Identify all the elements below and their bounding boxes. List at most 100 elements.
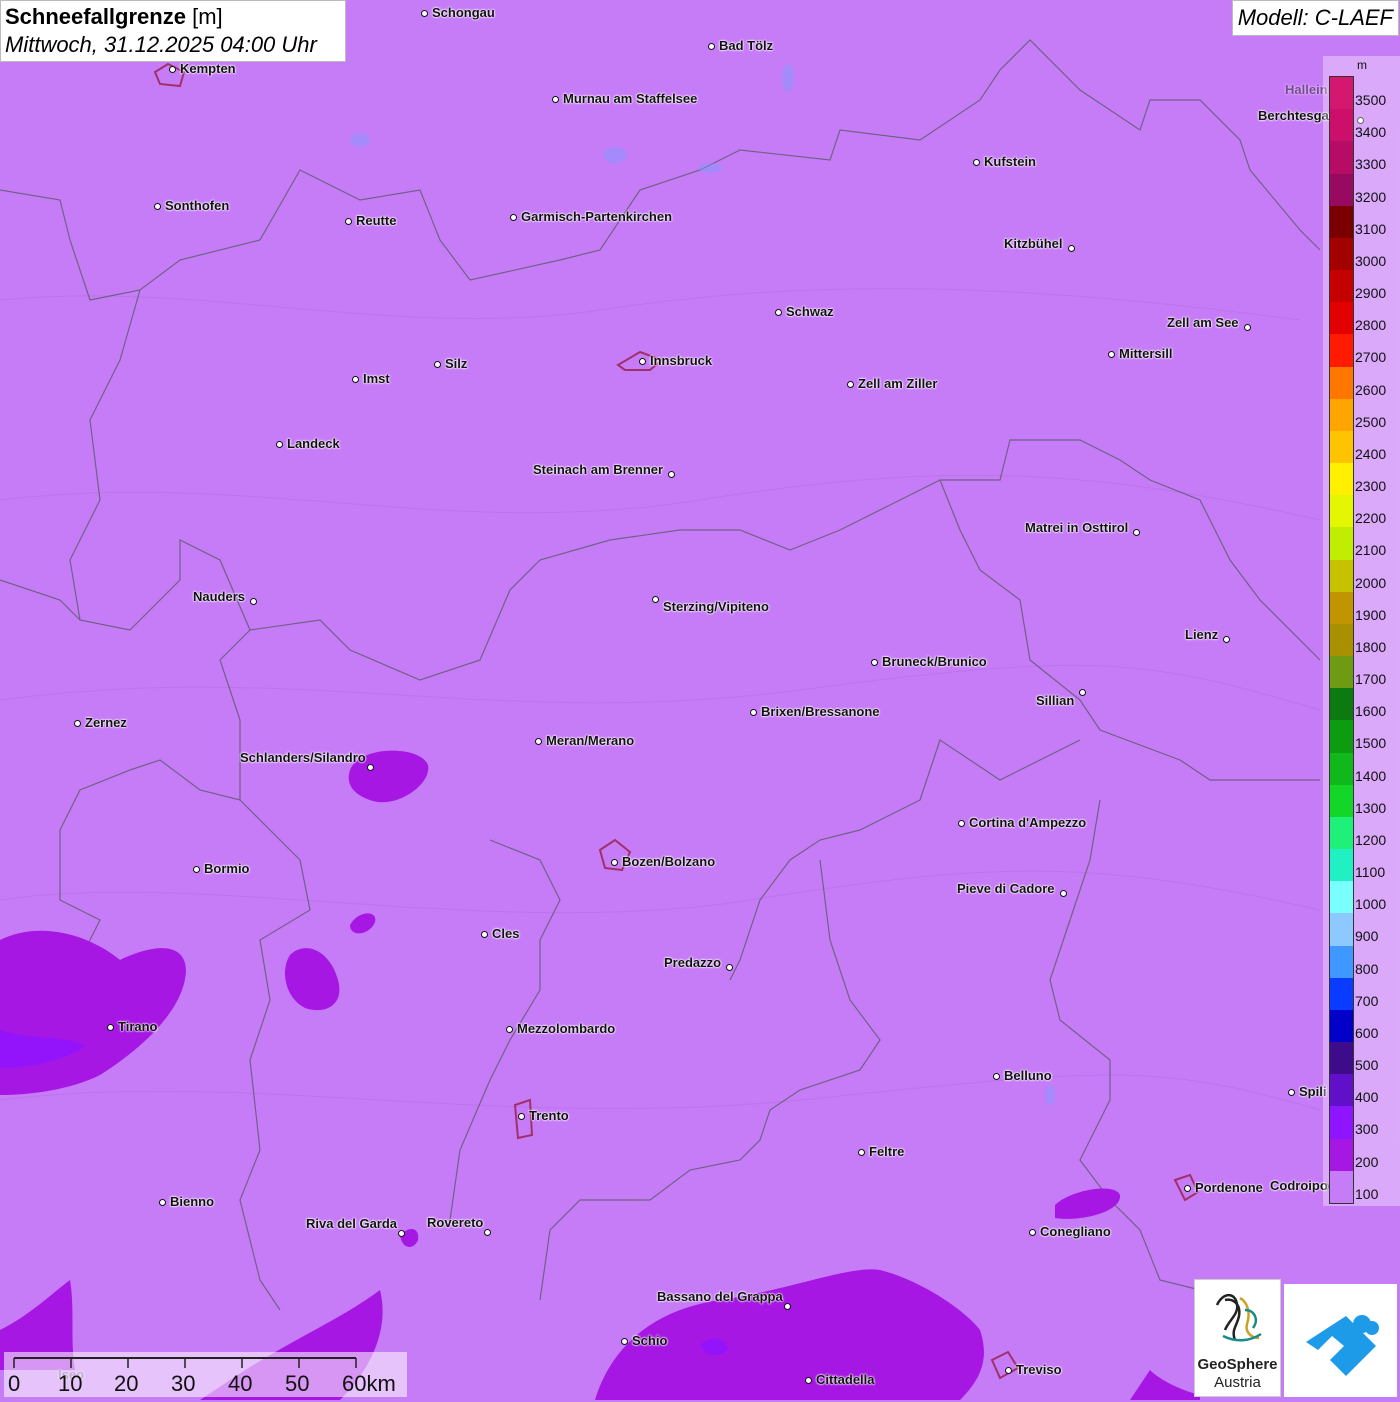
city-label[interactable]: Sterzing/Vipiteno xyxy=(663,599,769,614)
city-marker-dot xyxy=(480,930,488,938)
city-label[interactable]: Meran/Merano xyxy=(546,733,634,748)
legend-unit: m xyxy=(1357,58,1367,72)
city-label[interactable]: Kufstein xyxy=(984,154,1036,169)
city-label[interactable]: Innsbruck xyxy=(650,353,712,368)
city-label[interactable]: Kempten xyxy=(180,61,236,76)
city-label[interactable]: Pordenone xyxy=(1195,1180,1263,1195)
legend-tick-label: 200 xyxy=(1355,1153,1379,1170)
city-marker-dot xyxy=(972,158,980,166)
city-marker-dot xyxy=(749,708,757,716)
city-label[interactable]: Predazzo xyxy=(664,955,721,970)
legend-color-segment xyxy=(1330,1009,1353,1043)
city-label[interactable]: Sillian xyxy=(1036,693,1074,708)
city-label[interactable]: Steinach am Brenner xyxy=(533,462,663,477)
legend-tick-label: 900 xyxy=(1355,928,1379,945)
city-label[interactable]: Bienno xyxy=(170,1194,214,1209)
city-label[interactable]: Matrei in Osttirol xyxy=(1025,520,1128,535)
city-label[interactable]: Landeck xyxy=(287,436,340,451)
city-marker-dot xyxy=(1028,1228,1036,1236)
city-marker-dot xyxy=(344,217,352,225)
city-marker-dot xyxy=(517,1112,525,1120)
city-label[interactable]: Lienz xyxy=(1185,627,1218,642)
legend-tick-label: 600 xyxy=(1355,1024,1379,1041)
geosphere-logo[interactable]: GeoSphere Austria xyxy=(1194,1279,1281,1397)
city-label[interactable]: Pieve di Cadore xyxy=(957,881,1055,896)
legend-tick-label: 3500 xyxy=(1355,92,1387,108)
legend-color-segment xyxy=(1330,591,1353,625)
city-label[interactable]: Schio xyxy=(632,1333,667,1348)
city-marker-dot xyxy=(610,858,618,866)
city-label[interactable]: Bruneck/Brunico xyxy=(882,654,987,669)
legend-tick-label: 400 xyxy=(1355,1089,1379,1106)
city-label[interactable]: Mittersill xyxy=(1119,346,1172,361)
city-label[interactable]: Cittadella xyxy=(816,1372,875,1387)
scale-label: 50 xyxy=(285,1371,310,1396)
legend-color-segment xyxy=(1330,688,1353,721)
city-label[interactable]: Nauders xyxy=(193,589,245,604)
city-label[interactable]: Bassano del Grappa xyxy=(657,1289,783,1304)
city-marker-dot xyxy=(551,95,559,103)
city-label[interactable]: Cortina d'Ampezzo xyxy=(969,815,1086,830)
geosphere-logo-line2: Austria xyxy=(1214,1374,1261,1391)
city-label[interactable]: Mezzolombardo xyxy=(517,1021,615,1036)
city-label[interactable]: Riva del Garda xyxy=(306,1216,397,1231)
weather-app-logo[interactable] xyxy=(1284,1284,1397,1397)
city-label[interactable]: Silz xyxy=(445,356,467,371)
legend-color-segment xyxy=(1330,656,1353,689)
city-marker-dot xyxy=(1287,1088,1295,1096)
city-marker-dot xyxy=(351,375,359,383)
legend-tick-label: 3100 xyxy=(1355,220,1387,237)
city-label[interactable]: Schongau xyxy=(432,5,495,20)
city-label[interactable]: Rovereto xyxy=(427,1215,483,1230)
legend-color-segment xyxy=(1330,205,1353,239)
scale-label: 30 xyxy=(171,1371,196,1396)
city-marker-dot xyxy=(1243,323,1251,331)
city-label[interactable]: Reutte xyxy=(356,213,396,228)
city-label[interactable]: Tirano xyxy=(118,1019,158,1034)
city-marker-dot xyxy=(433,360,441,368)
city-marker-dot xyxy=(774,308,782,316)
city-label[interactable]: Bormio xyxy=(204,861,250,876)
city-label[interactable]: Kitzbühel xyxy=(1004,236,1063,251)
city-label[interactable]: Zernez xyxy=(85,715,127,730)
city-label[interactable]: Imst xyxy=(363,371,390,386)
legend-tick-label: 800 xyxy=(1355,960,1379,977)
city-label[interactable]: Brixen/Bressanone xyxy=(761,704,880,719)
city-label[interactable]: Trento xyxy=(529,1108,569,1123)
city-marker-dot xyxy=(1183,1184,1191,1192)
city-label[interactable]: Feltre xyxy=(869,1144,904,1159)
city-label[interactable]: Codroipo xyxy=(1270,1178,1328,1193)
city-label[interactable]: Conegliano xyxy=(1040,1224,1111,1239)
legend-tick-label: 2100 xyxy=(1355,542,1387,559)
legend-tick-label: 1600 xyxy=(1355,703,1387,720)
legend-color-segment xyxy=(1330,109,1353,142)
legend-color-segment xyxy=(1330,77,1353,110)
city-label[interactable]: Belluno xyxy=(1004,1068,1052,1083)
city-label[interactable]: Zell am See xyxy=(1167,315,1239,330)
city-label[interactable]: Sonthofen xyxy=(165,198,229,213)
city-label[interactable]: Murnau am Staffelsee xyxy=(563,91,697,106)
city-label[interactable]: Cles xyxy=(492,926,519,941)
city-marker-dot xyxy=(1107,350,1115,358)
city-label[interactable]: Garmisch-Partenkirchen xyxy=(521,209,672,224)
scale-label: 60km xyxy=(342,1371,396,1396)
legend-color-segment xyxy=(1330,1074,1353,1107)
city-label[interactable]: Schwaz xyxy=(786,304,834,319)
city-marker-dot xyxy=(509,213,517,221)
legend-color-segment xyxy=(1330,527,1353,561)
geosphere-emblem-icon xyxy=(1215,1293,1262,1342)
city-label[interactable]: Zell am Ziller xyxy=(858,376,937,391)
city-marker-dot xyxy=(651,595,659,603)
city-label[interactable]: Bozen/Bolzano xyxy=(622,854,715,869)
geosphere-logo-line1: GeoSphere xyxy=(1197,1356,1278,1373)
city-label[interactable]: Treviso xyxy=(1016,1362,1062,1377)
legend-tick-label: 2900 xyxy=(1355,285,1387,302)
city-label[interactable]: Schlanders/Silandro xyxy=(240,750,366,765)
city-label[interactable]: Hallein xyxy=(1285,82,1328,97)
legend-color-segment xyxy=(1330,784,1353,818)
city-marker-dot xyxy=(870,658,878,666)
city-marker-dot xyxy=(804,1376,812,1384)
city-label[interactable]: Bad Tölz xyxy=(719,38,773,53)
map-title-box: Schneefallgrenze [m] Mittwoch, 31.12.202… xyxy=(0,0,346,62)
city-marker-dot xyxy=(249,597,257,605)
